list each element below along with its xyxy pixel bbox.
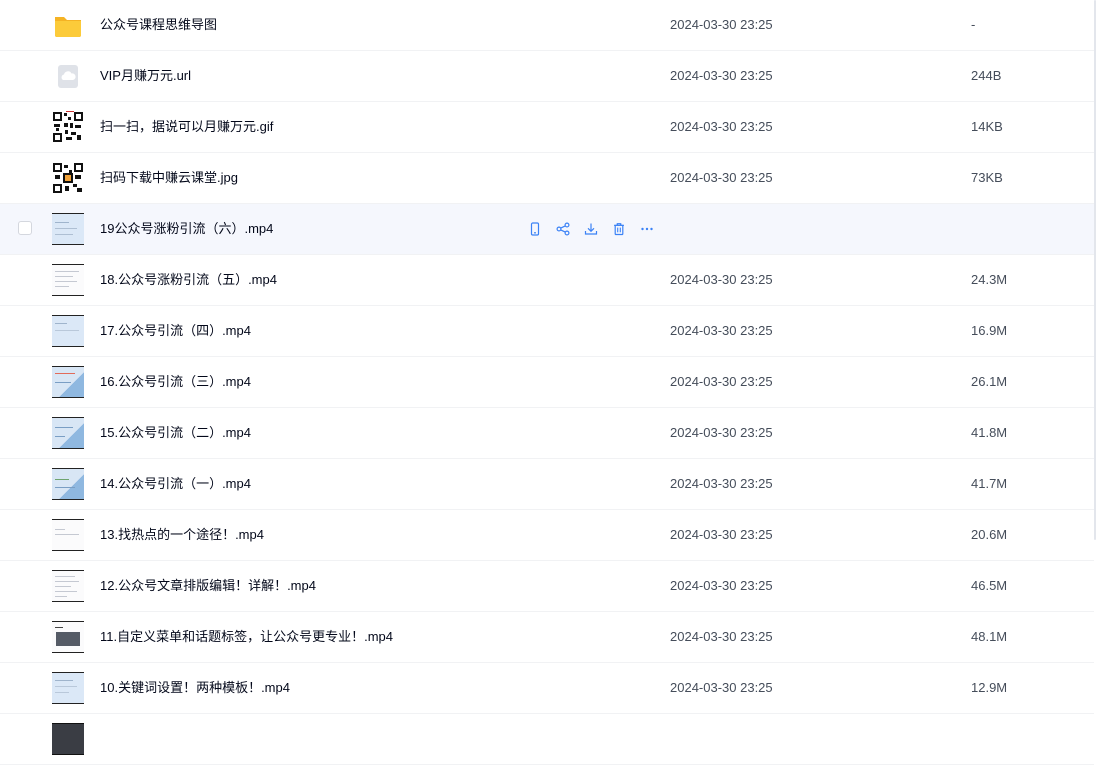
video-thumbnail: [52, 417, 84, 449]
file-name[interactable]: 13.找热点的一个途径！.mp4: [100, 510, 264, 560]
file-size: -: [971, 17, 976, 32]
file-size: 46.5M: [971, 578, 1008, 593]
file-size: 41.8M: [971, 425, 1008, 440]
video-thumbnail: [52, 672, 84, 704]
row-actions: [526, 220, 656, 238]
file-name[interactable]: 扫码下载中赚云课堂.jpg: [100, 153, 238, 203]
file-name[interactable]: 扫一扫，据说可以月赚万元.gif: [100, 102, 273, 152]
file-size: 244B: [971, 68, 1002, 83]
file-list: 公众号课程思维导图 2024-03-30 23:25 - VIP月赚万元.url…: [0, 0, 1094, 765]
file-name[interactable]: 18.公众号涨粉引流（五）.mp4: [100, 255, 277, 305]
list-item[interactable]: 13.找热点的一个途径！.mp4 2024-03-30 23:25 20.6M: [0, 510, 1094, 561]
file-size: 12.9M: [971, 680, 1008, 695]
file-time: 2024-03-30 23:25: [670, 476, 773, 491]
file-time: 2024-03-30 23:25: [670, 374, 773, 389]
list-item-partial[interactable]: [0, 714, 1094, 765]
qr-code-thumbnail: [52, 111, 84, 143]
video-thumbnail: [52, 315, 84, 347]
share-icon[interactable]: [554, 220, 572, 238]
list-item[interactable]: 10.关键词设置！两种模板！.mp4 2024-03-30 23:25 12.9…: [0, 663, 1094, 714]
more-icon[interactable]: [638, 220, 656, 238]
file-size: 20.6M: [971, 527, 1008, 542]
file-name[interactable]: 公众号课程思维导图: [100, 0, 217, 50]
trash-icon[interactable]: [610, 220, 628, 238]
file-size: 48.1M: [971, 629, 1008, 644]
list-item[interactable]: 14.公众号引流（一）.mp4 2024-03-30 23:25 41.7M: [0, 459, 1094, 510]
list-item[interactable]: 17.公众号引流（四）.mp4 2024-03-30 23:25 16.9M: [0, 306, 1094, 357]
file-time: 2024-03-30 23:25: [670, 425, 773, 440]
file-name[interactable]: VIP月赚万元.url: [100, 51, 191, 101]
video-thumbnail: [52, 468, 84, 500]
video-thumbnail: [52, 723, 84, 755]
list-item-hovered[interactable]: 19公众号涨粉引流（六）.mp4: [0, 204, 1094, 255]
file-time: 2024-03-30 23:25: [670, 68, 773, 83]
link-file-icon: [52, 60, 84, 92]
folder-icon: [52, 9, 84, 41]
mobile-icon[interactable]: [526, 220, 544, 238]
file-name[interactable]: 17.公众号引流（四）.mp4: [100, 306, 251, 356]
file-name[interactable]: 15.公众号引流（二）.mp4: [100, 408, 251, 458]
file-time: 2024-03-30 23:25: [670, 323, 773, 338]
row-checkbox[interactable]: [18, 221, 32, 235]
download-icon[interactable]: [582, 220, 600, 238]
qr-code-thumbnail: [52, 162, 84, 194]
file-time: 2024-03-30 23:25: [670, 17, 773, 32]
list-item[interactable]: VIP月赚万元.url 2024-03-30 23:25 244B: [0, 51, 1094, 102]
file-time: 2024-03-30 23:25: [670, 527, 773, 542]
file-name[interactable]: 16.公众号引流（三）.mp4: [100, 357, 251, 407]
video-thumbnail: [52, 264, 84, 296]
file-time: 2024-03-30 23:25: [670, 272, 773, 287]
file-time: 2024-03-30 23:25: [670, 170, 773, 185]
file-size: 24.3M: [971, 272, 1008, 287]
file-size: 73KB: [971, 170, 1003, 185]
list-item[interactable]: 扫码下载中赚云课堂.jpg 2024-03-30 23:25 73KB: [0, 153, 1094, 204]
list-item[interactable]: 12.公众号文章排版编辑！详解！.mp4 2024-03-30 23:25 46…: [0, 561, 1094, 612]
file-name[interactable]: 19公众号涨粉引流（六）.mp4: [100, 204, 273, 254]
file-size: 16.9M: [971, 323, 1008, 338]
file-time: 2024-03-30 23:25: [670, 578, 773, 593]
video-thumbnail: [52, 519, 84, 551]
file-size: 26.1M: [971, 374, 1008, 389]
video-thumbnail: [52, 213, 84, 245]
file-name[interactable]: 12.公众号文章排版编辑！详解！.mp4: [100, 561, 316, 611]
file-name[interactable]: 10.关键词设置！两种模板！.mp4: [100, 663, 290, 713]
file-time: 2024-03-30 23:25: [670, 680, 773, 695]
file-name[interactable]: 14.公众号引流（一）.mp4: [100, 459, 251, 509]
list-item[interactable]: 公众号课程思维导图 2024-03-30 23:25 -: [0, 0, 1094, 51]
video-thumbnail: [52, 570, 84, 602]
video-thumbnail: [52, 366, 84, 398]
file-size: 14KB: [971, 119, 1003, 134]
list-item[interactable]: 15.公众号引流（二）.mp4 2024-03-30 23:25 41.8M: [0, 408, 1094, 459]
file-time: 2024-03-30 23:25: [670, 119, 773, 134]
list-item[interactable]: 16.公众号引流（三）.mp4 2024-03-30 23:25 26.1M: [0, 357, 1094, 408]
list-item[interactable]: 扫一扫，据说可以月赚万元.gif 2024-03-30 23:25 14KB: [0, 102, 1094, 153]
file-time: 2024-03-30 23:25: [670, 629, 773, 644]
list-item[interactable]: 11.自定义菜单和话题标签，让公众号更专业！.mp4 2024-03-30 23…: [0, 612, 1094, 663]
file-size: 41.7M: [971, 476, 1008, 491]
video-thumbnail: [52, 621, 84, 653]
list-item[interactable]: 18.公众号涨粉引流（五）.mp4 2024-03-30 23:25 24.3M: [0, 255, 1094, 306]
file-name[interactable]: 11.自定义菜单和话题标签，让公众号更专业！.mp4: [100, 612, 393, 662]
